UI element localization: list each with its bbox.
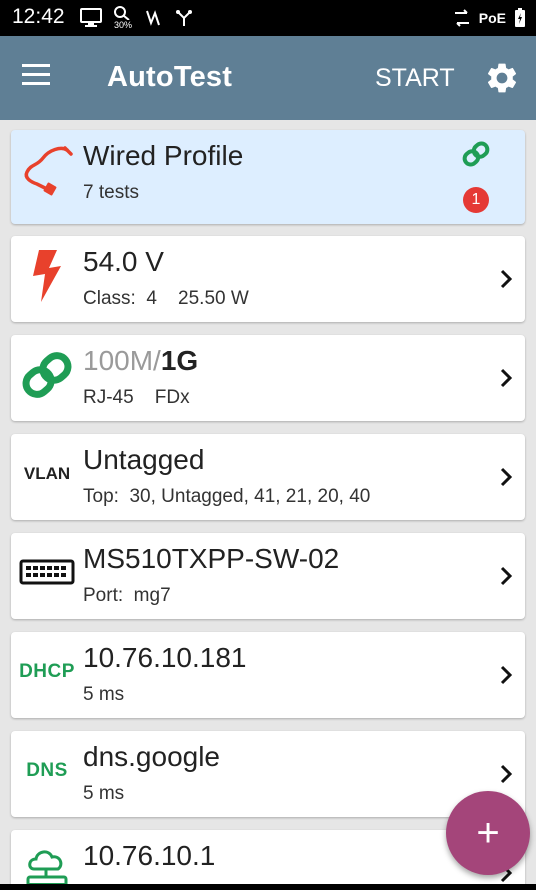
chevron-right-icon	[500, 566, 513, 586]
vlan-icon: VLAN	[19, 446, 75, 502]
battery-percent: 30%	[113, 20, 132, 30]
dhcp-icon-label: DHCP	[19, 661, 75, 682]
test-card-poe[interactable]: 54.0 V Class: 4 25.50 W	[11, 236, 525, 322]
test-card-switch[interactable]: MS510TXPP-SW-02 Port: mg7	[11, 533, 525, 619]
lightning-icon	[19, 248, 75, 304]
chevron-right-icon	[500, 368, 513, 388]
poe-indicator: PoE	[478, 10, 506, 26]
usb-icon	[176, 10, 192, 26]
bottom-edge	[0, 884, 536, 890]
app-bar: AutoTest START	[0, 36, 536, 120]
plus-icon: +	[476, 811, 500, 855]
status-icons-right: PoE	[445, 4, 526, 32]
link-details: RJ-45 FDx	[83, 387, 190, 408]
gear-icon[interactable]	[484, 60, 520, 96]
profile-title: Wired Profile	[83, 140, 244, 171]
chevron-right-icon	[500, 269, 513, 289]
menu-icon[interactable]	[22, 64, 58, 92]
dns-icon-label: DNS	[26, 760, 68, 781]
dns-time: 5 ms	[83, 783, 125, 804]
switch-name: MS510TXPP-SW-02	[83, 543, 340, 574]
poe-details: Class: 4 25.50 W	[83, 288, 249, 309]
status-time: 12:42	[12, 5, 65, 28]
chevron-right-icon	[500, 665, 513, 685]
status-icons-left: 30%	[80, 4, 204, 32]
test-card-dhcp[interactable]: DHCP 10.76.10.181 5 ms	[11, 632, 525, 718]
test-list: Wired Profile 7 tests 1 54.0 V Class: 4 …	[0, 120, 536, 890]
vlan-status: Untagged	[83, 444, 205, 475]
dns-icon: DNS	[19, 743, 75, 799]
chevron-right-icon	[500, 764, 513, 784]
ethernet-status-icon	[454, 9, 469, 27]
link-speed: 100M/1G	[83, 345, 198, 377]
dhcp-time: 5 ms	[83, 684, 125, 705]
test-card-link[interactable]: 100M/1G RJ-45 FDx	[11, 335, 525, 421]
gateway-icon	[19, 842, 75, 890]
signal-wave-icon	[146, 10, 160, 26]
link-status-icon	[462, 141, 490, 167]
battery-status-icon: 30%	[112, 4, 134, 32]
dhcp-address: 10.76.10.181	[83, 642, 247, 673]
status-bar: 12:42 30% PoE	[0, 0, 536, 36]
dhcp-icon: DHCP	[19, 644, 75, 700]
page-title: AutoTest	[107, 61, 233, 93]
link-icon	[19, 347, 75, 403]
gateway-address: 10.76.10.1	[83, 840, 216, 871]
test-card-vlan[interactable]: VLAN Untagged Top: 30, Untagged, 41, 21,…	[11, 434, 525, 520]
poe-voltage: 54.0 V	[83, 246, 164, 277]
monitor-icon	[80, 8, 102, 27]
switch-icon	[19, 545, 75, 601]
add-test-button[interactable]: +	[446, 791, 530, 875]
start-button[interactable]: START	[375, 64, 455, 93]
vlan-details: Top: 30, Untagged, 41, 21, 20, 40	[83, 486, 371, 507]
dns-name: dns.google	[83, 741, 221, 772]
link-speed-actual: 1G	[160, 345, 199, 376]
switch-port: Port: mg7	[83, 585, 171, 606]
alert-badge: 1	[463, 187, 489, 213]
link-speed-advertised: 100M/	[83, 345, 161, 376]
profile-subtitle: 7 tests	[83, 182, 139, 203]
battery-charging-icon	[515, 8, 525, 27]
cable-icon	[19, 142, 75, 198]
wired-profile-card[interactable]: Wired Profile 7 tests 1	[11, 130, 525, 224]
chevron-right-icon	[500, 467, 513, 487]
vlan-icon-label: VLAN	[23, 464, 71, 483]
